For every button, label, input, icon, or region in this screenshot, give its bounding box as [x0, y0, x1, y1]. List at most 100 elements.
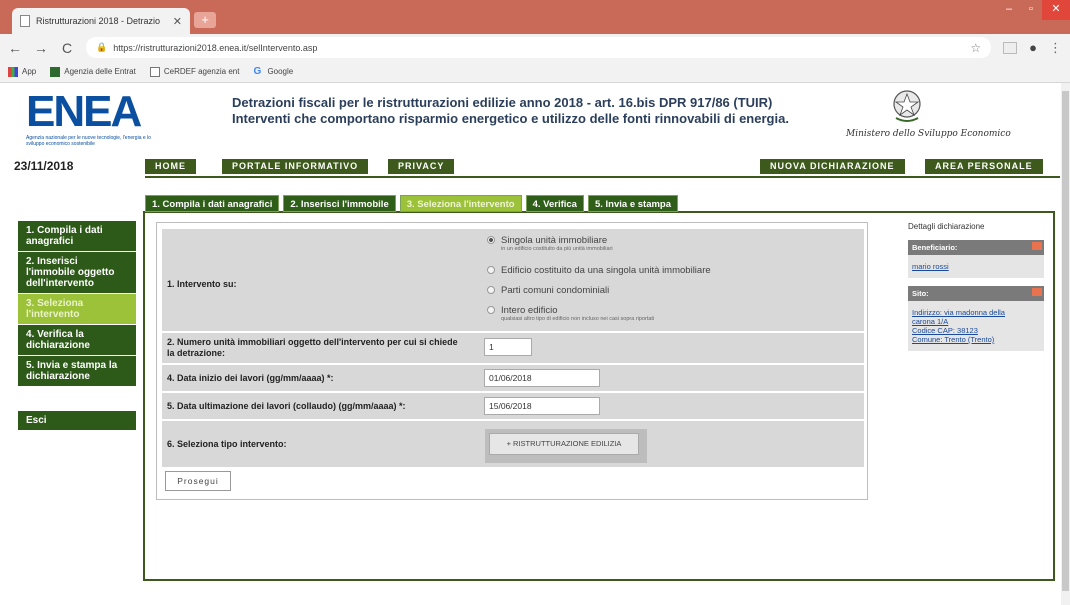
sidebar-item-verifica[interactable]: 4. Verifica la dichiarazione	[18, 325, 136, 356]
nav-home[interactable]: Home	[145, 159, 196, 174]
title-line-1: Detrazioni fiscali per le ristrutturazio…	[232, 95, 773, 110]
browser-tabstrip: Ristrutturazioni 2018 - Detrazio ✕ + – ▫…	[0, 0, 1070, 34]
page-scrollbar[interactable]	[1061, 83, 1070, 605]
sito-heading: Sito:	[912, 289, 929, 298]
sidebar-item-dati-anagrafici[interactable]: 1. Compila i dati anagrafici	[18, 221, 136, 252]
beneficiario-heading: Beneficiario:	[912, 243, 958, 252]
radio-intero-edificio[interactable]: Intero edificio qualsiasi altro tipo di e…	[487, 305, 654, 322]
extension-icon[interactable]	[1003, 41, 1018, 54]
reload-icon[interactable]: C	[60, 40, 74, 56]
logo-word: ENEA	[26, 87, 142, 136]
profile-icon[interactable]: ●	[1029, 40, 1037, 55]
q1-label: 1. Intervento su:	[167, 279, 237, 289]
radio-label: Singola unità immobiliare	[501, 235, 608, 246]
details-title: Dettagli dichiarazione	[908, 222, 985, 231]
sidebar-item-immobile[interactable]: 2. Inserisci l'immobile oggetto dell'int…	[18, 252, 136, 294]
tab-step-2[interactable]: 2. Inserisci l'immobile	[283, 195, 396, 212]
unit-count-input[interactable]: 1	[484, 338, 532, 356]
bookmark-apps[interactable]: App	[8, 66, 37, 77]
radio-selected-icon	[487, 236, 495, 244]
bookmark-agenzia-entrate[interactable]: Agenzia delle Entrat	[50, 66, 136, 77]
lock-icon: 🔒	[96, 42, 108, 52]
bookmark-google[interactable]: G Google	[253, 65, 294, 77]
tab-step-5[interactable]: 5. Invia e stampa	[587, 195, 679, 212]
q3-label: 4. Data inizio dei lavori (gg/mm/aaaa) *…	[167, 373, 334, 383]
sidebar-item-invia-stampa[interactable]: 5. Invia e stampa la dichiarazione	[18, 356, 136, 387]
sidebar-item-intervento[interactable]: 3. Seleziona l'intervento	[18, 294, 136, 325]
bookmark-cerdef[interactable]: CeRDEF agenzia ent	[149, 66, 240, 77]
window-close-icon[interactable]: ✕	[1042, 0, 1070, 20]
collapse-icon[interactable]	[1032, 242, 1042, 250]
logo-subtitle: Agenzia nazionale per le nuove tecnologi…	[26, 135, 151, 147]
url-text: https://ristrutturazioni2018.enea.it/sel…	[113, 42, 318, 53]
prosegui-button[interactable]: Prosegui	[165, 471, 231, 491]
ristrutturazione-edilizia-button[interactable]: + RISTRUTTURAZIONE EDILIZIA	[489, 433, 639, 455]
main-navbar: 23/11/2018 Home Portale Informativo Priv…	[0, 157, 1070, 178]
tab-step-3[interactable]: 3. Seleziona l'intervento	[399, 195, 522, 212]
radio-edificio-singola-unita[interactable]: Edificio costituito da una singola unità…	[487, 265, 711, 276]
collapse-icon[interactable]	[1032, 288, 1042, 296]
beneficiario-header: Beneficiario:	[908, 240, 1044, 255]
title-line-2: Interventi che comportano risparmio ener…	[232, 111, 789, 126]
end-date-input[interactable]: 15/06/2018	[484, 397, 600, 415]
tab-step-4[interactable]: 4. Verifica	[525, 195, 584, 212]
browser-tab[interactable]: Ristrutturazioni 2018 - Detrazio ✕	[12, 8, 190, 34]
window-controls: – ▫ ✕	[998, 0, 1070, 20]
url-input[interactable]: 🔒 https://ristrutturazioni2018.enea.it/s…	[86, 37, 992, 58]
forward-icon[interactable]: →	[34, 40, 48, 56]
star-icon[interactable]: ☆	[970, 41, 981, 55]
bookmark-label: CeRDEF agenzia ent	[163, 67, 240, 76]
close-icon[interactable]: ✕	[173, 15, 182, 28]
minimize-icon[interactable]: –	[998, 0, 1020, 20]
bookmark-label: Agenzia delle Entrat	[64, 67, 136, 76]
menu-icon[interactable]: ⋮	[1049, 40, 1062, 56]
page-title: Detrazioni fiscali per le ristrutturazio…	[232, 95, 792, 127]
step-tabs: 1. Compila i dati anagrafici 2. Inserisc…	[145, 195, 679, 212]
tab-step-1[interactable]: 1. Compila i dati anagrafici	[145, 195, 280, 212]
q4-group: 5. Data ultimazione dei lavori (collaudo…	[162, 393, 864, 419]
radio-singola-unita[interactable]: Singola unità immobiliare in un edificio …	[487, 235, 613, 252]
current-date: 23/11/2018	[14, 159, 74, 173]
q3-group: 4. Data inizio dei lavori (gg/mm/aaaa) *…	[162, 365, 864, 391]
back-icon[interactable]: ←	[8, 40, 22, 56]
radio-unselected-icon	[487, 286, 495, 294]
new-tab-button[interactable]: +	[194, 12, 216, 28]
nav-area-personale[interactable]: Area personale	[925, 159, 1043, 174]
nav-privacy[interactable]: Privacy	[388, 159, 455, 174]
bookmark-label: Google	[267, 67, 294, 76]
intervention-form: 1. Intervento su: Singola unità immobili…	[156, 222, 868, 500]
page-icon	[20, 15, 30, 27]
agency-icon	[50, 66, 61, 77]
q2-group: 2. Numero unità immobiliari oggetto dell…	[162, 333, 864, 363]
nav-portale-informativo[interactable]: Portale Informativo	[222, 159, 369, 174]
side-menu: 1. Compila i dati anagrafici 2. Inserisc…	[18, 221, 136, 431]
radio-unselected-icon	[487, 266, 495, 274]
page-icon	[149, 66, 160, 77]
google-icon: G	[253, 65, 262, 77]
details-panel: Dettagli dichiarazione Beneficiario: mar…	[908, 222, 1044, 359]
radio-parti-comuni[interactable]: Parti comuni condominiali	[487, 285, 609, 296]
sito-link[interactable]: Indirizzo: via madonna della carona 1/A …	[908, 301, 1044, 351]
apps-icon	[8, 66, 18, 77]
beneficiario-box: Beneficiario: mario rossi	[908, 240, 1044, 278]
bookmarks-bar: App Agenzia delle Entrat CeRDEF agenzia …	[0, 61, 1070, 83]
radio-label: Intero edificio	[501, 305, 558, 316]
bookmark-label: App	[22, 67, 37, 76]
enea-logo[interactable]: ENEA Agenzia nazionale per le nuove tecn…	[26, 87, 156, 148]
beneficiario-link[interactable]: mario rossi	[908, 255, 1044, 278]
sito-line: carona 1/A	[912, 317, 949, 326]
radio-sublabel: in un edificio costituito da più unità i…	[501, 246, 613, 252]
ministry-signature: Ministero dello Sviluppo Economico	[846, 129, 1011, 139]
sito-box: Sito: Indirizzo: via madonna della caron…	[908, 286, 1044, 351]
maximize-icon[interactable]: ▫	[1020, 0, 1042, 20]
nav-nuova-dichiarazione[interactable]: Nuova dichiarazione	[760, 159, 905, 174]
sito-line: Indirizzo: via madonna della	[912, 308, 1005, 317]
scrollbar-thumb[interactable]	[1062, 91, 1069, 591]
sito-line: Codice CAP: 38123	[912, 326, 978, 335]
start-date-input[interactable]: 01/06/2018	[484, 369, 600, 387]
sidebar-item-esci[interactable]: Esci	[18, 411, 136, 431]
sito-header: Sito:	[908, 286, 1044, 301]
q4-label: 5. Data ultimazione dei lavori (collaudo…	[167, 401, 406, 411]
q1-group: 1. Intervento su: Singola unità immobili…	[162, 229, 864, 331]
site-header: ENEA Agenzia nazionale per le nuove tecn…	[0, 83, 1070, 155]
